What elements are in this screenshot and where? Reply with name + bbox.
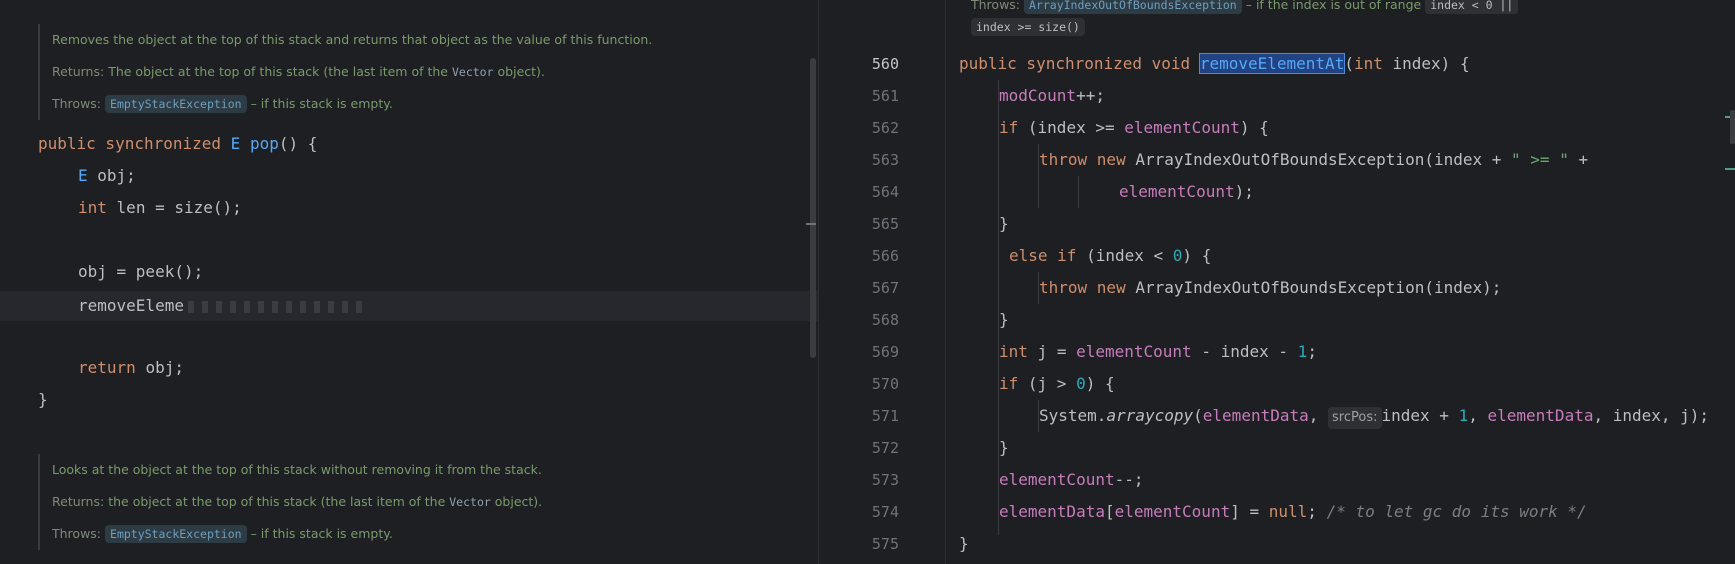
- gutter-separator: [945, 0, 946, 564]
- top-javadoc: Throws: ArrayIndexOutOfBoundsException –…: [971, 0, 1519, 38]
- line-number[interactable]: 569: [819, 336, 899, 368]
- indent-guide: [1078, 176, 1079, 208]
- code-line: int j = elementCount - index - 1;: [999, 342, 1317, 361]
- line-number[interactable]: 574: [819, 496, 899, 528]
- line-number[interactable]: 566: [819, 240, 899, 272]
- code-line: throw new ArrayIndexOutOfBoundsException…: [1039, 278, 1502, 297]
- code-line: }: [38, 390, 48, 409]
- exception-link[interactable]: EmptyStackException: [105, 95, 247, 113]
- line-number[interactable]: 562: [819, 112, 899, 144]
- line-number[interactable]: 572: [819, 432, 899, 464]
- code-line: return obj;: [78, 358, 184, 377]
- exception-link[interactable]: ArrayIndexOutOfBoundsException: [1024, 0, 1242, 14]
- parameter-hint: srcPos:: [1328, 407, 1382, 429]
- doc-description: Removes the object at the top of this st…: [52, 32, 653, 47]
- code-line: if (j > 0) {: [999, 374, 1115, 393]
- line-number[interactable]: 567: [819, 272, 899, 304]
- line-number[interactable]: 570: [819, 368, 899, 400]
- right-editor-pane[interactable]: Throws: ArrayIndexOutOfBoundsException –…: [819, 0, 1735, 564]
- selected-method-name[interactable]: removeElementAt: [1198, 53, 1346, 74]
- code-line: modCount++;: [999, 86, 1105, 105]
- code-line: else if (index < 0) {: [1009, 246, 1212, 265]
- code-line-current[interactable]: removeEleme: [78, 290, 368, 322]
- line-number[interactable]: 561: [819, 80, 899, 112]
- code-line: if (index >= elementCount) {: [999, 118, 1269, 137]
- code-line: }: [999, 438, 1009, 457]
- exception-link[interactable]: EmptyStackException: [105, 525, 247, 543]
- code-line: public synchronized E pop() {: [38, 134, 318, 153]
- code-line: throw new ArrayIndexOutOfBoundsException…: [1039, 150, 1589, 169]
- autocomplete-glitch: [187, 300, 368, 313]
- doc-returns: Returns: The object at the top of this s…: [52, 64, 545, 79]
- peek-javadoc: Looks at the object at the top of this s…: [38, 454, 542, 550]
- line-number[interactable]: 563: [819, 144, 899, 176]
- code-line: int len = size();: [78, 198, 242, 217]
- code-line: elementData[elementCount] = null; /* to …: [999, 502, 1587, 521]
- doc-description: Looks at the object at the top of this s…: [52, 462, 542, 477]
- code-line: System.arraycopy(elementData, srcPos: ind…: [1039, 400, 1709, 432]
- code-line: elementCount--;: [999, 470, 1144, 489]
- vertical-scrollbar[interactable]: [810, 58, 816, 358]
- line-number[interactable]: 568: [819, 304, 899, 336]
- code-line: }: [999, 214, 1009, 233]
- line-number[interactable]: 573: [819, 464, 899, 496]
- code-line: obj = peek();: [78, 262, 204, 281]
- line-number[interactable]: 565: [819, 208, 899, 240]
- doc-throws: Throws: EmptyStackException – if this st…: [52, 95, 393, 113]
- code-line: }: [999, 310, 1009, 329]
- line-number[interactable]: 575: [819, 528, 899, 560]
- scroll-mark: [806, 223, 816, 225]
- doc-returns: Returns: the object at the top of this s…: [52, 494, 543, 509]
- line-number[interactable]: 564: [819, 176, 899, 208]
- doc-throws: Throws: EmptyStackException – if this st…: [52, 525, 393, 543]
- line-number[interactable]: 571: [819, 400, 899, 432]
- line-number[interactable]: 560: [819, 48, 899, 80]
- code-line: E obj;: [78, 166, 136, 185]
- code-line: elementCount);: [1119, 182, 1254, 201]
- vertical-scrollbar[interactable]: [1730, 110, 1735, 144]
- code-line: public synchronized void removeElementAt…: [959, 53, 1470, 74]
- left-editor-pane[interactable]: Removes the object at the top of this st…: [0, 0, 818, 564]
- code-line: }: [959, 534, 969, 553]
- pop-javadoc: Removes the object at the top of this st…: [38, 24, 652, 120]
- scroll-mark: [1725, 168, 1735, 170]
